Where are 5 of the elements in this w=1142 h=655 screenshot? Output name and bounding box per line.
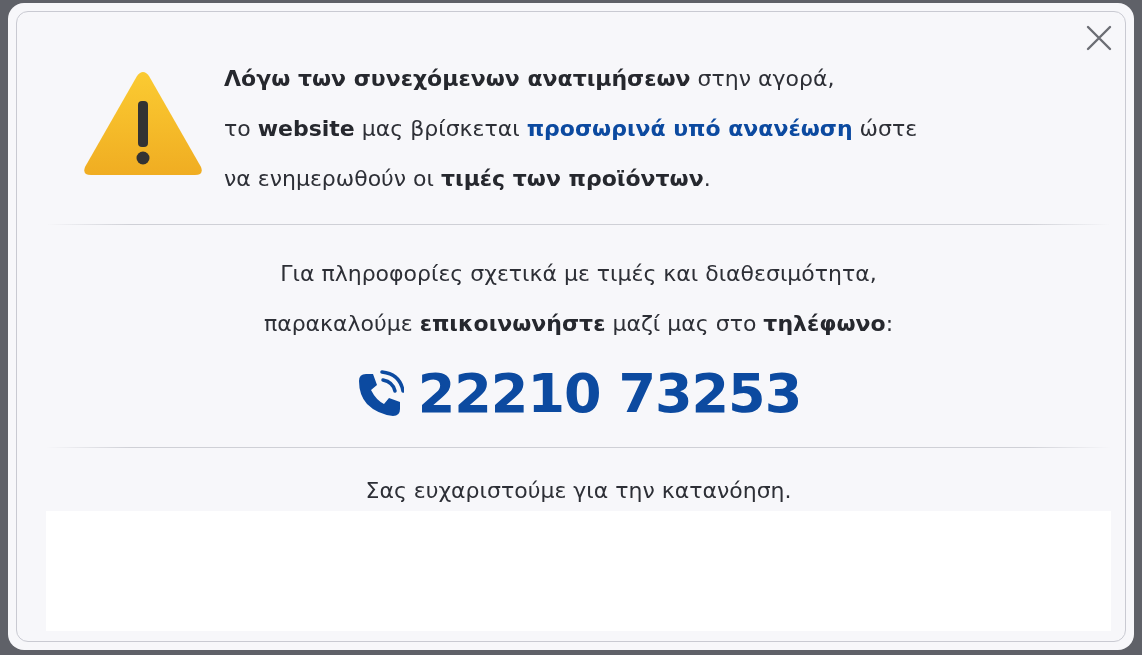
contact-text: Για πληροφορίες σχετικά με τιμές και διαθεσιμότητα, παρακαλούμε επικοινωνήστε μαζί μας στο τηλέφωνο: bbox=[263, 260, 894, 338]
notice-text: Λόγω των συνεχόμενων ανατιμήσεων στην αγορά, το website μας βρίσκεται προσωρινά υπό ανανέωση ώστε να ενημερωθούν οι τιμές των προϊόντων. bbox=[224, 65, 918, 193]
warning-icon bbox=[82, 70, 204, 178]
thanks-text: Σας ευχαριστούμε για την κατανόηση. bbox=[364, 477, 793, 505]
phone-number: 22210 73253 bbox=[417, 361, 802, 427]
